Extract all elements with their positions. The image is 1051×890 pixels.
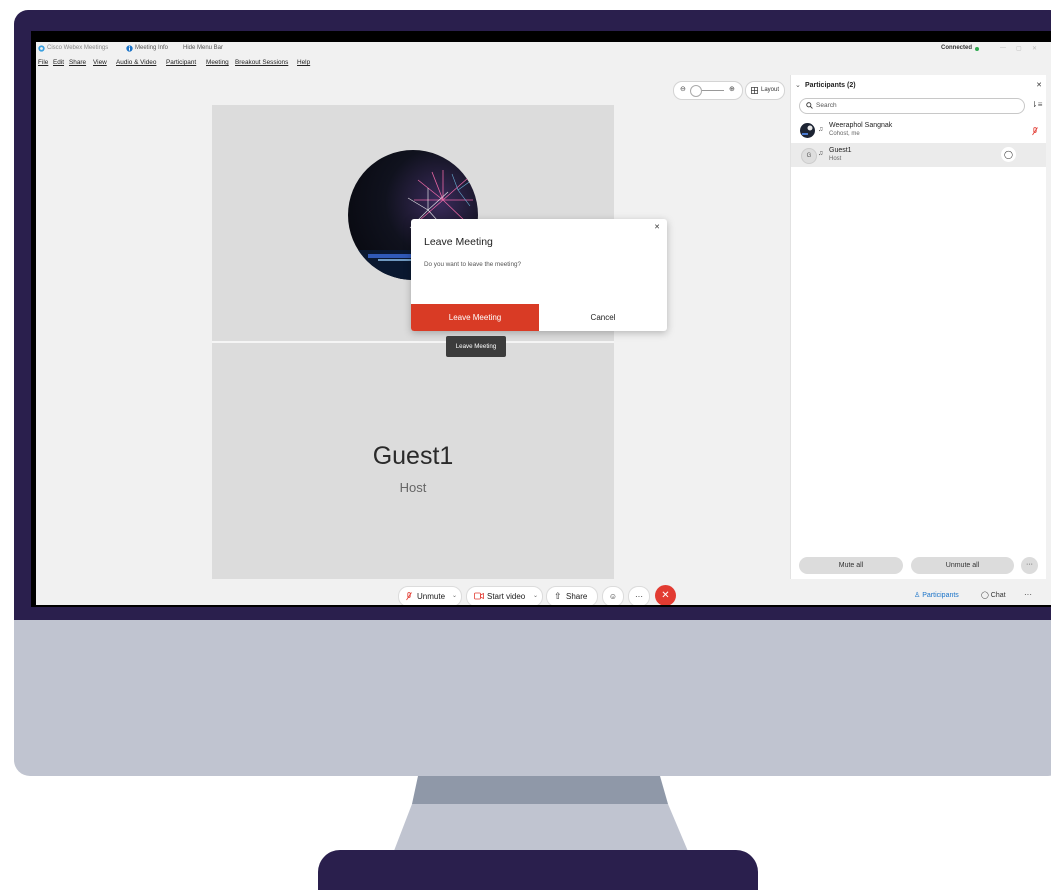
muted-mic-icon	[406, 592, 412, 601]
zoom-control[interactable]: ⊖ ⊕	[673, 81, 743, 100]
stage-participant-name: Guest1	[372, 442, 454, 470]
chat-icon: ◯	[981, 592, 989, 599]
meeting-info-button[interactable]: Meeting Info	[135, 45, 168, 51]
video-off-icon	[474, 592, 484, 600]
menu-participant[interactable]: Participant	[166, 59, 196, 66]
chat-bubble-icon[interactable]: ◯	[1001, 147, 1016, 162]
participant-role: Host	[829, 156, 842, 162]
monitor-chin	[14, 620, 1051, 776]
layout-label: Layout	[761, 87, 780, 93]
more-options-icon[interactable]: ···	[628, 586, 650, 605]
headset-icon: ♫	[818, 126, 824, 133]
dialog-title: Leave Meeting	[424, 236, 493, 248]
start-video-label: Start video	[487, 592, 526, 601]
reactions-icon[interactable]: ☺	[602, 586, 624, 605]
more-panels-icon[interactable]: ···	[1024, 590, 1032, 599]
webex-window: Cisco Webex Meetings Meeting Info Hide M…	[36, 42, 1051, 605]
leave-meeting-dialog: ✕ Leave Meeting Do you want to leave the…	[411, 219, 667, 331]
participant-name: Weeraphol Sangnak	[829, 122, 893, 129]
menu-meeting[interactable]: Meeting	[206, 59, 229, 66]
participants-panel: ⌄ Participants (2) ✕ Search ⇂≡ ♫ Weeraph…	[790, 75, 1046, 579]
dialog-message: Do you want to leave the meeting?	[424, 261, 521, 268]
search-placeholder: Search	[816, 102, 837, 109]
avatar: G	[801, 148, 817, 164]
chat-tab-label: Chat	[990, 592, 1006, 599]
unmute-label: Unmute	[417, 592, 446, 601]
participant-row[interactable]: G ♫ Guest1 Host ◯	[791, 143, 1046, 167]
menu-help[interactable]: Help	[297, 59, 310, 66]
monitor-base	[318, 850, 758, 890]
share-label: Share	[566, 592, 588, 601]
start-video-button[interactable]: Start video ⌄	[466, 586, 543, 605]
info-icon	[126, 45, 133, 52]
participant-name: Guest1	[829, 147, 852, 154]
headset-icon: ♫	[818, 150, 824, 157]
chevron-down-icon[interactable]: ⌄	[795, 81, 801, 89]
stage-participant-role: Host	[399, 480, 427, 495]
minimize-icon[interactable]: —	[1000, 45, 1006, 51]
menu-audio-video[interactable]: Audio & Video	[116, 59, 156, 66]
menu-breakout-sessions[interactable]: Breakout Sessions	[235, 59, 288, 66]
participant-row[interactable]: ♫ Weeraphol Sangnak Cohost, me	[791, 119, 1046, 143]
menu-view[interactable]: View	[93, 59, 107, 66]
chat-tab[interactable]: ◯ Chat	[981, 591, 1006, 599]
participant-role: Cohost, me	[829, 131, 860, 137]
cancel-button[interactable]: Cancel	[539, 304, 667, 331]
sort-icon[interactable]: ⇂≡	[1031, 100, 1042, 109]
confirm-leave-button[interactable]: Leave Meeting	[411, 304, 539, 331]
close-panel-icon[interactable]: ✕	[1036, 81, 1042, 89]
stage-divider	[212, 341, 614, 343]
chevron-down-icon[interactable]: ⌄	[533, 587, 538, 605]
mute-all-button[interactable]: Mute all	[799, 557, 903, 574]
layout-button[interactable]: Layout	[745, 81, 785, 100]
connection-status: Connected	[941, 45, 973, 51]
unmute-all-button[interactable]: Unmute all	[911, 557, 1014, 574]
status-dot-icon	[975, 47, 979, 51]
menu-edit[interactable]: Edit	[53, 59, 64, 66]
dialog-close-icon[interactable]: ✕	[654, 223, 660, 231]
end-meeting-button[interactable]: ✕	[655, 585, 676, 605]
layout-grid-icon	[751, 87, 758, 94]
participants-tab-label: Participants	[922, 592, 959, 599]
avatar	[800, 123, 815, 138]
participants-tab[interactable]: ♙ Participants	[914, 591, 959, 599]
zoom-out-icon[interactable]: ⊖	[680, 85, 686, 93]
participants-header: Participants (2)	[805, 82, 856, 89]
more-options-icon[interactable]: ···	[1021, 557, 1038, 574]
leave-meeting-tooltip: Leave Meeting	[446, 336, 506, 357]
share-icon: ⇧	[554, 591, 562, 601]
person-icon: ♙	[914, 592, 921, 599]
webex-logo-icon	[38, 45, 45, 52]
search-icon	[806, 102, 813, 109]
unmute-button[interactable]: Unmute ⌄	[398, 586, 462, 605]
zoom-slider-handle[interactable]	[690, 85, 702, 97]
menu-bar: File Edit Share View Audio & Video Parti…	[36, 56, 1051, 70]
hide-menu-bar-button[interactable]: Hide Menu Bar	[183, 45, 223, 51]
share-button[interactable]: ⇧ Share	[546, 586, 598, 605]
zoom-in-icon[interactable]: ⊕	[729, 85, 735, 93]
participant-search-input[interactable]: Search	[799, 98, 1025, 114]
app-title: Cisco Webex Meetings	[47, 45, 109, 51]
muted-mic-icon[interactable]	[1032, 127, 1038, 136]
menu-file[interactable]: File	[38, 59, 48, 66]
close-window-icon[interactable]: ✕	[1032, 45, 1037, 52]
maximize-icon[interactable]: ▢	[1016, 45, 1022, 52]
menu-share[interactable]: Share	[69, 59, 86, 66]
title-bar: Cisco Webex Meetings Meeting Info Hide M…	[36, 42, 1051, 55]
chevron-down-icon[interactable]: ⌄	[452, 587, 457, 605]
